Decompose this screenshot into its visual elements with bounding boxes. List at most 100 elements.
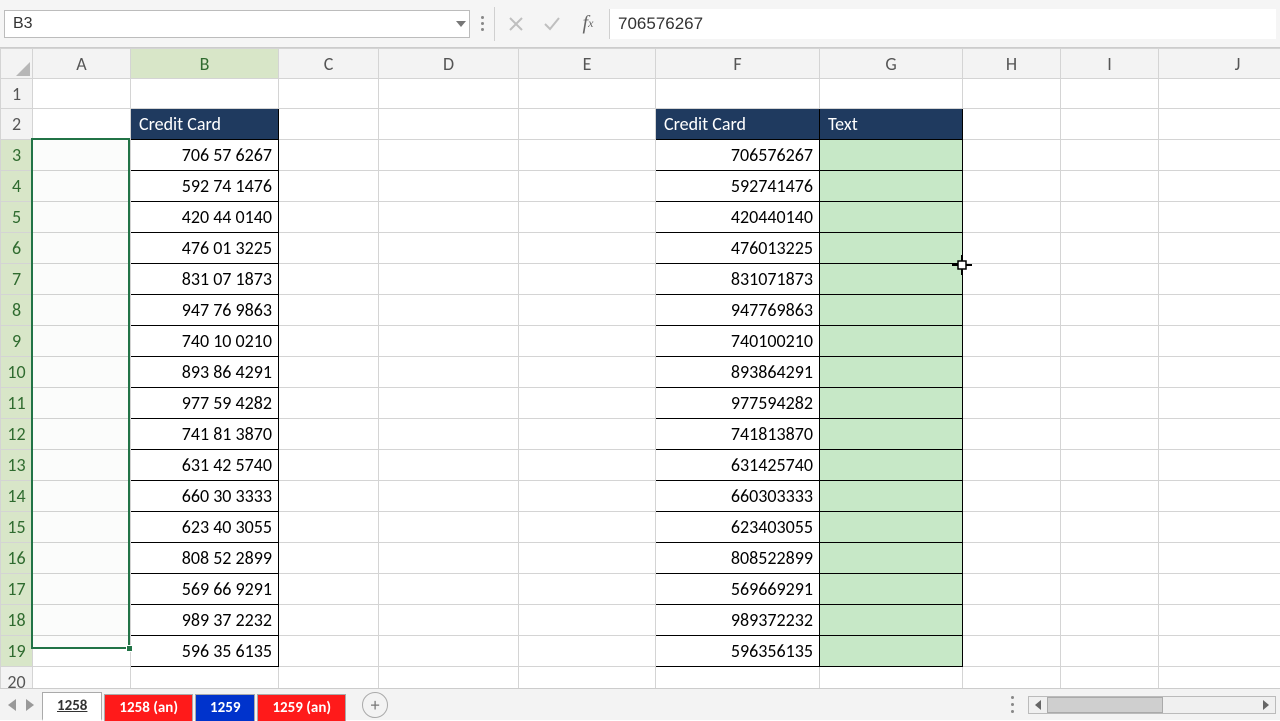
cell-F6[interactable]: 476013225	[656, 233, 820, 264]
cell-G16[interactable]	[820, 543, 963, 574]
cell-I4[interactable]	[1061, 171, 1159, 202]
cell-D1[interactable]	[379, 79, 519, 109]
cell-H20[interactable]	[963, 667, 1061, 689]
row-header-17[interactable]: 17	[1, 574, 33, 605]
cell-B5[interactable]: 420 44 0140	[131, 202, 279, 233]
cell-F10[interactable]: 893864291	[656, 357, 820, 388]
cell-E16[interactable]	[519, 543, 656, 574]
cell-A1[interactable]	[33, 79, 131, 109]
cell-C16[interactable]	[279, 543, 379, 574]
spreadsheet-grid[interactable]: ABCDEFGHIJ12Credit CardCredit CardText37…	[0, 48, 1280, 688]
cell-H12[interactable]	[963, 419, 1061, 450]
cell-D12[interactable]	[379, 419, 519, 450]
cell-A13[interactable]	[33, 450, 131, 481]
cell-A5[interactable]	[33, 202, 131, 233]
row-header-19[interactable]: 19	[1, 636, 33, 667]
cell-A18[interactable]	[33, 605, 131, 636]
cell-H3[interactable]	[963, 140, 1061, 171]
cell-B15[interactable]: 623 40 3055	[131, 512, 279, 543]
cell-G10[interactable]	[820, 357, 963, 388]
cell-H4[interactable]	[963, 171, 1061, 202]
col-header-J[interactable]: J	[1159, 49, 1280, 79]
cell-G12[interactable]	[820, 419, 963, 450]
cell-F15[interactable]: 623403055	[656, 512, 820, 543]
cell-C15[interactable]	[279, 512, 379, 543]
cell-J8[interactable]	[1159, 295, 1280, 326]
cell-B11[interactable]: 977 59 4282	[131, 388, 279, 419]
cell-I17[interactable]	[1061, 574, 1159, 605]
cell-B19[interactable]: 596 35 6135	[131, 636, 279, 667]
select-all-corner[interactable]	[1, 49, 33, 79]
cell-E3[interactable]	[519, 140, 656, 171]
tab-prev-icon[interactable]	[8, 699, 16, 711]
cell-D20[interactable]	[379, 667, 519, 689]
cell-I6[interactable]	[1061, 233, 1159, 264]
cell-E11[interactable]	[519, 388, 656, 419]
cell-B10[interactable]: 893 86 4291	[131, 357, 279, 388]
cell-A2[interactable]	[33, 109, 131, 140]
cell-C12[interactable]	[279, 419, 379, 450]
cell-H2[interactable]	[963, 109, 1061, 140]
cell-D10[interactable]	[379, 357, 519, 388]
cell-G19[interactable]	[820, 636, 963, 667]
cell-H19[interactable]	[963, 636, 1061, 667]
cell-J1[interactable]	[1159, 79, 1280, 109]
cell-F2[interactable]: Credit Card	[656, 109, 820, 140]
row-header-6[interactable]: 6	[1, 233, 33, 264]
cell-I9[interactable]	[1061, 326, 1159, 357]
col-header-A[interactable]: A	[33, 49, 131, 79]
new-sheet-button[interactable]: +	[362, 692, 388, 718]
cell-E8[interactable]	[519, 295, 656, 326]
cell-E4[interactable]	[519, 171, 656, 202]
cell-D2[interactable]	[379, 109, 519, 140]
cell-G18[interactable]	[820, 605, 963, 636]
cell-A4[interactable]	[33, 171, 131, 202]
cell-C20[interactable]	[279, 667, 379, 689]
name-box[interactable]	[4, 10, 470, 38]
cell-J7[interactable]	[1159, 264, 1280, 295]
col-header-H[interactable]: H	[963, 49, 1061, 79]
cell-D7[interactable]	[379, 264, 519, 295]
cell-I7[interactable]	[1061, 264, 1159, 295]
cell-J6[interactable]	[1159, 233, 1280, 264]
cell-I16[interactable]	[1061, 543, 1159, 574]
cell-G15[interactable]	[820, 512, 963, 543]
cell-C3[interactable]	[279, 140, 379, 171]
cell-E10[interactable]	[519, 357, 656, 388]
cell-C13[interactable]	[279, 450, 379, 481]
cell-B3[interactable]: 706 57 6267	[131, 140, 279, 171]
cell-D6[interactable]	[379, 233, 519, 264]
cell-H15[interactable]	[963, 512, 1061, 543]
cell-C14[interactable]	[279, 481, 379, 512]
cell-C11[interactable]	[279, 388, 379, 419]
cell-A10[interactable]	[33, 357, 131, 388]
cell-F18[interactable]: 989372232	[656, 605, 820, 636]
cell-H17[interactable]	[963, 574, 1061, 605]
col-header-I[interactable]: I	[1061, 49, 1159, 79]
row-header-7[interactable]: 7	[1, 264, 33, 295]
cell-I20[interactable]	[1061, 667, 1159, 689]
cell-H18[interactable]	[963, 605, 1061, 636]
cell-H14[interactable]	[963, 481, 1061, 512]
cell-H5[interactable]	[963, 202, 1061, 233]
cell-I2[interactable]	[1061, 109, 1159, 140]
cell-E9[interactable]	[519, 326, 656, 357]
row-header-13[interactable]: 13	[1, 450, 33, 481]
cell-E12[interactable]	[519, 419, 656, 450]
insert-function-icon[interactable]: fx	[573, 9, 603, 39]
cell-C8[interactable]	[279, 295, 379, 326]
tab-next-icon[interactable]	[26, 699, 34, 711]
cell-F3[interactable]: 706576267	[656, 140, 820, 171]
cell-F5[interactable]: 420440140	[656, 202, 820, 233]
cell-I1[interactable]	[1061, 79, 1159, 109]
cell-E6[interactable]	[519, 233, 656, 264]
cell-C10[interactable]	[279, 357, 379, 388]
cell-A16[interactable]	[33, 543, 131, 574]
cell-G13[interactable]	[820, 450, 963, 481]
col-header-G[interactable]: G	[820, 49, 963, 79]
cell-C18[interactable]	[279, 605, 379, 636]
cell-E7[interactable]	[519, 264, 656, 295]
cell-F16[interactable]: 808522899	[656, 543, 820, 574]
cell-B13[interactable]: 631 42 5740	[131, 450, 279, 481]
col-header-F[interactable]: F	[656, 49, 820, 79]
